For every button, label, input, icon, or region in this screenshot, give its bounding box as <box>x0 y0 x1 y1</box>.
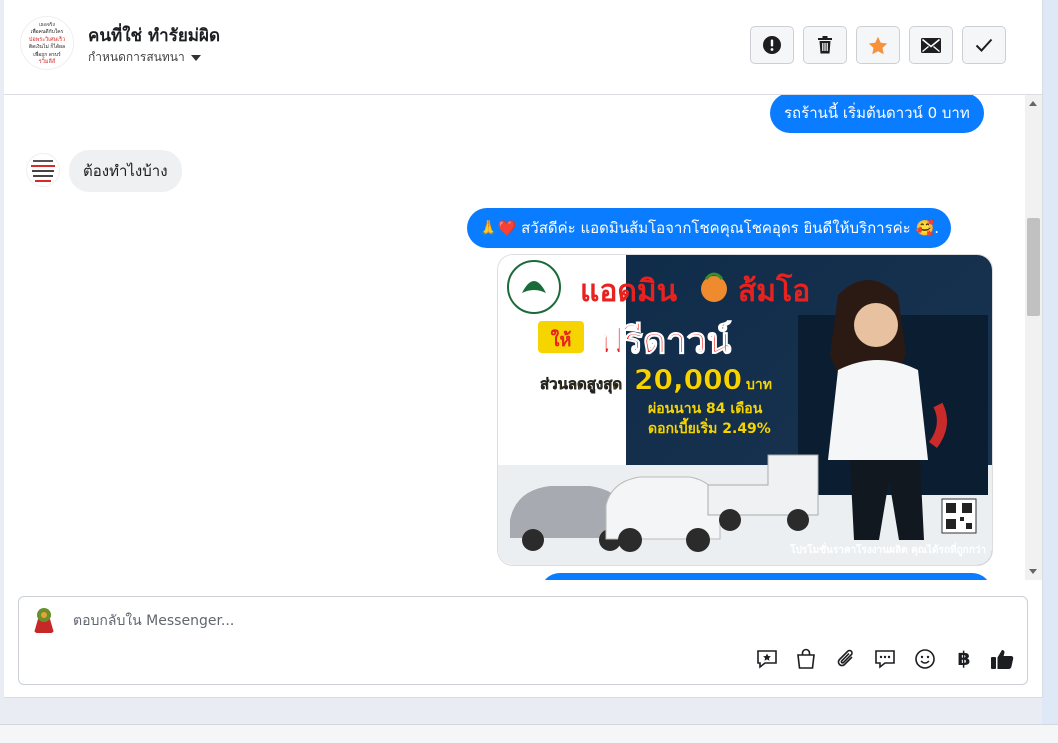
promo-discount-value: 20,000 <box>634 363 742 396</box>
like-button[interactable] <box>990 647 1014 671</box>
chat-bubbles-button[interactable] <box>873 647 897 671</box>
emoji-icon <box>915 649 935 669</box>
avatar-line: รวิ่มลีส์ <box>39 57 56 65</box>
reply-input[interactable] <box>71 607 875 635</box>
greeting-tail: 🥰. <box>915 219 939 237</box>
promo-headline: แอดมิน <box>580 274 678 309</box>
promo-image[interactable]: แอดมิน ส้มโอ ให้ ฟรีดาวน์ ส่วนลดสูงสุด 2… <box>497 254 993 566</box>
contact-avatar-image: เธอจริง เพื่อคนดีกับใคร ปอพระวิเศษเร็ว ต… <box>21 17 73 69</box>
contact-avatar-small-image <box>27 154 59 186</box>
assign-conversation-label: กำหนดการสนทนา <box>88 50 185 64</box>
outgoing-message: รถร้านนี้ เริ่มต้นดาวน์ 0 บาท <box>770 95 984 133</box>
star-icon <box>868 36 888 54</box>
attachment-icon <box>837 649 853 667</box>
avatar-line: ติดเงินไม่ ก็ได้ผล <box>29 42 65 50</box>
thread-scrollbar[interactable] <box>1025 95 1042 580</box>
page-avatar <box>29 605 59 635</box>
trash-icon <box>818 36 832 54</box>
promo-image-graphic: แอดมิน ส้มโอ ให้ ฟรีดาวน์ ส่วนลดสูงสุด 2… <box>498 255 992 565</box>
contact-avatar[interactable]: เธอจริง เพื่อคนดีกับใคร ปอพระวิเศษเร็ว ต… <box>20 16 74 70</box>
delete-button[interactable] <box>803 26 847 64</box>
promo-installment: ผ่อนนาน 84 เดือน <box>648 401 763 417</box>
outgoing-message-greeting: 🙏❤️ สวัสดีค่ะ แอดมินส้มโอจากโชคคุณโชคอุด… <box>467 208 951 248</box>
greeting-emoji: 🙏❤️ <box>479 219 517 237</box>
promo-footer: โปรโมชั่นราคาโรงงานผลิต คุณได้รถที่ถูกกว… <box>789 542 986 557</box>
assign-conversation-dropdown[interactable]: กำหนดการสนทนา <box>88 48 201 67</box>
scroll-up-arrow-icon[interactable] <box>1029 101 1037 106</box>
emoji-button[interactable] <box>913 647 937 671</box>
caret-down-icon <box>190 54 201 61</box>
avatar-line: ปอพระวิเศษเร็ว <box>29 35 65 43</box>
conversation-header: เธอจริง เพื่อคนดีกับใคร ปอพระวิเศษเร็ว ต… <box>4 0 1042 95</box>
promo-discount-label: ส่วนลดสูงสุด <box>540 375 622 394</box>
avatar-line: เพื่อถูก ดรบร์ <box>33 51 61 58</box>
mark-unread-button[interactable] <box>909 26 953 64</box>
envelope-icon <box>921 37 941 53</box>
page-background-strip <box>1042 0 1058 724</box>
baht-payment-button[interactable]: ฿ <box>952 647 976 671</box>
report-button[interactable] <box>750 26 794 64</box>
like-icon <box>991 650 1014 669</box>
avatar-line: เธอจริง <box>39 21 55 28</box>
alert-icon <box>763 36 781 54</box>
promo-discount-unit: บาท <box>746 377 772 393</box>
incoming-message: ต้องทำไงบ้าง <box>69 150 182 192</box>
scrollbar-thumb[interactable] <box>1027 218 1040 316</box>
check-icon <box>975 38 993 52</box>
conversation-panel: เธอจริง เพื่อคนดีกับใคร ปอพระวิเศษเร็ว ต… <box>4 0 1043 698</box>
chat-bubbles-icon <box>875 650 895 669</box>
promo-free-down: ฟรีดาวน์ <box>598 320 732 362</box>
conversation-title: คนที่ใช่ ทำรัยม่ผิด <box>88 26 221 46</box>
attachment-button[interactable] <box>834 647 858 671</box>
promo-give-label: ให้ <box>551 329 572 351</box>
saved-reply-icon <box>757 650 777 669</box>
message-thread: รถร้านนี้ เริ่มต้นดาวน์ 0 บาท ต้องทำไงบ้… <box>4 95 1024 580</box>
contact-avatar-small <box>26 153 60 187</box>
saved-reply-button[interactable] <box>755 647 779 671</box>
page-avatar-image <box>29 605 59 635</box>
baht-icon: ฿ <box>957 648 971 670</box>
mark-done-button[interactable] <box>962 26 1006 64</box>
greeting-text: สวัสดีค่ะ แอดมินส้มโอจากโชคคุณโชคอุดร ยิ… <box>521 219 911 237</box>
reply-composer: ฿ <box>18 596 1028 685</box>
promo-headline-2: ส้มโอ <box>738 272 810 309</box>
page-bottom-bar <box>0 724 1058 743</box>
star-button[interactable] <box>856 26 900 64</box>
shopping-bag-button[interactable] <box>794 647 818 671</box>
shopping-bag-icon <box>797 648 815 669</box>
avatar-line: เพื่อคนดีกับใคร <box>31 28 64 35</box>
scroll-down-arrow-icon[interactable] <box>1029 569 1037 574</box>
outgoing-message-partial <box>540 573 992 580</box>
